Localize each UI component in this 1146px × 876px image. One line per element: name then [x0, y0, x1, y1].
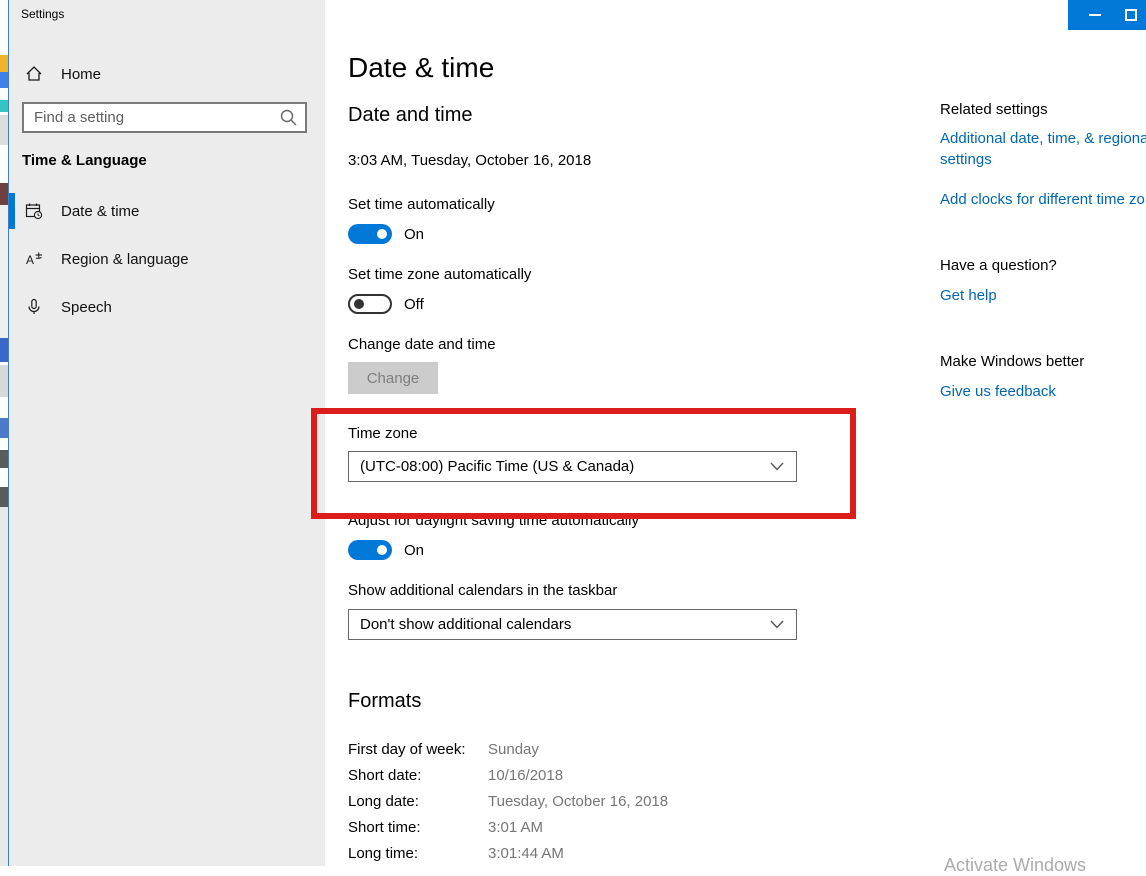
- chevron-down-icon: [770, 620, 784, 629]
- change-button[interactable]: Change: [348, 362, 438, 394]
- change-date-time-label: Change date and time: [348, 336, 496, 353]
- format-label: Long date:: [348, 793, 488, 810]
- set-time-automatically-toggle[interactable]: [348, 224, 392, 244]
- desktop-icon-fragment: [0, 72, 8, 88]
- daylight-saving-toggle[interactable]: [348, 540, 392, 560]
- home-icon: [25, 65, 43, 83]
- formats-table: First day of week: Sunday Short date: 10…: [348, 736, 778, 866]
- desktop-icon-fragment: [0, 507, 8, 866]
- timezone-select[interactable]: (UTC-08:00) Pacific Time (US & Canada): [348, 451, 797, 482]
- desktop-icon-fragment: [0, 450, 8, 468]
- set-zone-automatically-label: Set time zone automatically: [348, 266, 531, 283]
- calendar-clock-icon: [25, 202, 43, 220]
- window-title: Settings: [21, 7, 64, 21]
- set-time-automatically-label: Set time automatically: [348, 196, 495, 213]
- format-value: Tuesday, October 16, 2018: [488, 793, 668, 810]
- sidebar-group-label: Time & Language: [22, 152, 147, 169]
- current-datetime-text: 3:03 AM, Tuesday, October 16, 2018: [348, 152, 591, 169]
- calendars-selected-value: Don't show additional calendars: [349, 616, 770, 633]
- format-value: 10/16/2018: [488, 767, 563, 784]
- sidebar-item-label: Date & time: [61, 203, 139, 220]
- toggle-knob: [354, 299, 364, 309]
- make-windows-better-heading: Make Windows better: [940, 353, 1084, 370]
- additional-settings-link[interactable]: Additional date, time, & regional settin…: [940, 128, 1146, 170]
- toggle-state-label: Off: [404, 296, 424, 313]
- set-zone-automatically-toggle[interactable]: [348, 294, 392, 314]
- format-label: Short time:: [348, 819, 488, 836]
- get-help-link[interactable]: Get help: [940, 285, 997, 306]
- timezone-label: Time zone: [348, 425, 417, 442]
- sidebar-item-label: Region & language: [61, 251, 189, 268]
- section-heading-formats: Formats: [348, 690, 421, 713]
- page-title: Date & time: [348, 52, 494, 84]
- additional-calendars-select[interactable]: Don't show additional calendars: [348, 609, 797, 640]
- maximize-button[interactable]: [1120, 0, 1146, 30]
- format-label: Long time:: [348, 845, 488, 862]
- sidebar-item-home[interactable]: Home: [9, 56, 325, 92]
- format-row: Long time: 3:01:44 AM: [348, 840, 778, 866]
- desktop-icon-fragment: [0, 418, 8, 438]
- format-row: Short time: 3:01 AM: [348, 814, 778, 840]
- desktop-icon-fragment: [0, 115, 8, 145]
- sidebar-item-label: Home: [61, 66, 101, 83]
- minimize-button[interactable]: [1078, 0, 1112, 30]
- desktop-icon-fragment: [0, 205, 8, 338]
- give-us-feedback-link[interactable]: Give us feedback: [940, 381, 1056, 402]
- region-language-icon: A: [25, 250, 43, 268]
- sidebar-item-region-language[interactable]: A Region & language: [9, 241, 325, 277]
- sidebar-item-date-time[interactable]: Date & time: [9, 193, 325, 229]
- svg-text:A: A: [26, 253, 34, 267]
- format-value: 3:01 AM: [488, 819, 543, 836]
- search-box[interactable]: [22, 102, 307, 133]
- toggle-state-label: On: [404, 542, 424, 559]
- related-settings-heading: Related settings: [940, 101, 1048, 118]
- desktop-icon-fragment: [0, 55, 8, 72]
- format-label: First day of week:: [348, 741, 488, 758]
- maximize-icon: [1125, 9, 1137, 21]
- format-value: Sunday: [488, 741, 539, 758]
- format-row: First day of week: Sunday: [348, 736, 778, 762]
- format-row: Long date: Tuesday, October 16, 2018: [348, 788, 778, 814]
- format-label: Short date:: [348, 767, 488, 784]
- section-heading-date-and-time: Date and time: [348, 104, 473, 127]
- toggle-state-label: On: [404, 226, 424, 243]
- daylight-saving-label: Adjust for daylight saving time automati…: [348, 512, 639, 529]
- add-clocks-link[interactable]: Add clocks for different time zones: [940, 189, 1146, 210]
- additional-calendars-label: Show additional calendars in the taskbar: [348, 582, 617, 599]
- desktop-icon-fragment: [0, 100, 8, 112]
- minimize-icon: [1089, 14, 1101, 16]
- toggle-knob: [377, 545, 387, 555]
- desktop-icon-fragment: [0, 338, 8, 362]
- overlapping-window-titlebar: [1068, 0, 1146, 30]
- desktop-icon-fragment: [0, 183, 8, 205]
- desktop-icon-fragment: [0, 487, 8, 507]
- desktop-icon-fragment: [0, 365, 8, 397]
- sidebar-item-label: Speech: [61, 299, 112, 316]
- format-row: Short date: 10/16/2018: [348, 762, 778, 788]
- toggle-knob: [377, 229, 387, 239]
- desktop-background-strip: [0, 0, 8, 866]
- sidebar-item-speech[interactable]: Speech: [9, 289, 325, 325]
- have-a-question-heading: Have a question?: [940, 257, 1057, 274]
- sidebar: Settings Home Time & Language Date & tim…: [9, 0, 325, 866]
- timezone-selected-value: (UTC-08:00) Pacific Time (US & Canada): [349, 458, 770, 475]
- search-icon[interactable]: [277, 106, 301, 130]
- microphone-icon: [25, 298, 43, 316]
- format-value: 3:01:44 AM: [488, 845, 564, 862]
- search-input[interactable]: [24, 109, 277, 126]
- chevron-down-icon: [770, 462, 784, 471]
